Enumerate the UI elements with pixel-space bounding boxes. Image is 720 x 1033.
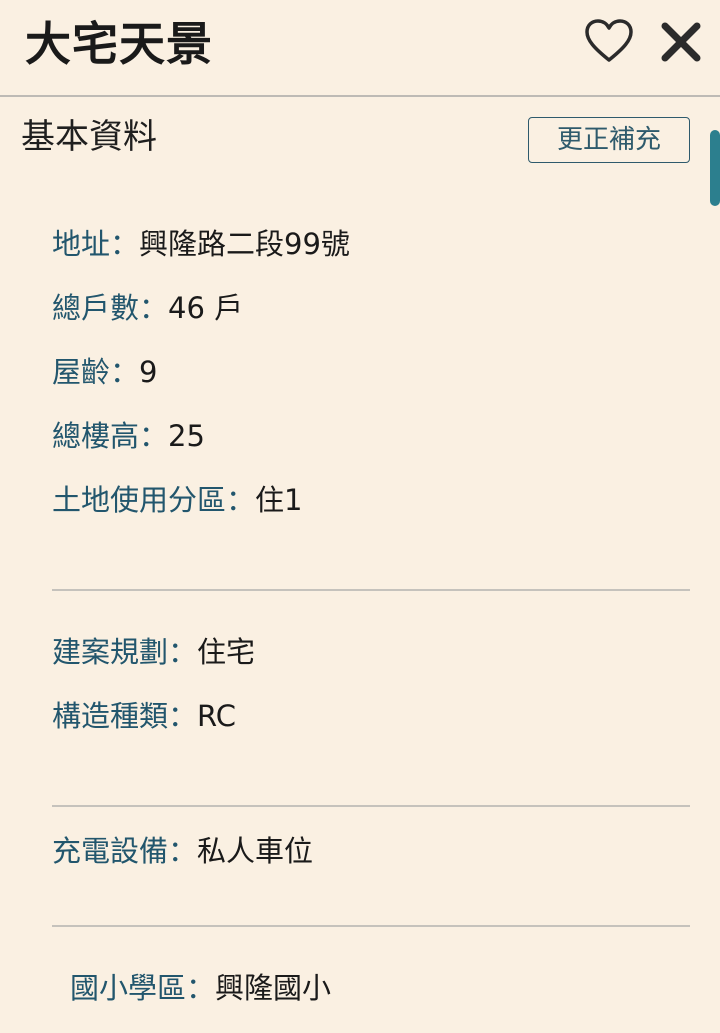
scrollbar-thumb[interactable] — [710, 130, 720, 206]
divider — [52, 805, 690, 807]
divider — [52, 925, 690, 927]
section-title: 基本資料 — [21, 117, 157, 157]
field-value: 25 — [168, 419, 205, 453]
app-header: 大宅天景 — [0, 0, 720, 97]
field-label: 構造種類： — [52, 699, 198, 733]
field-value: 住宅 — [197, 635, 256, 669]
field-value: 住1 — [255, 483, 303, 517]
field-label: 屋齡： — [52, 355, 140, 389]
field-label: 地址： — [52, 227, 140, 261]
field-address: 地址：興隆路二段99號 — [52, 224, 350, 264]
field-building-age: 屋齡：9 — [52, 352, 157, 392]
field-label: 土地使用分區： — [52, 483, 256, 517]
correct-supplement-button[interactable]: 更正補充 — [528, 117, 690, 163]
field-value: 46 戶 — [168, 291, 244, 325]
field-label: 國小學區： — [70, 971, 216, 1005]
field-value: 興隆國小 — [215, 971, 332, 1005]
field-label: 建案規劃： — [52, 635, 198, 669]
page-title: 大宅天景 — [25, 17, 213, 71]
field-project-plan: 建案規劃：住宅 — [52, 632, 255, 672]
field-value: 9 — [139, 355, 158, 389]
field-total-floors: 總樓高：25 — [52, 416, 205, 456]
field-label: 總樓高： — [52, 419, 169, 453]
heart-icon[interactable] — [584, 18, 634, 64]
field-label: 充電設備： — [52, 834, 198, 868]
field-charging-facility: 充電設備：私人車位 — [52, 831, 313, 871]
field-total-households: 總戶數：46 戶 — [52, 288, 243, 328]
field-value: 私人車位 — [197, 834, 314, 868]
field-value: 興隆路二段99號 — [139, 227, 350, 261]
close-icon[interactable] — [660, 21, 702, 63]
divider — [52, 589, 690, 591]
field-structure-type: 構造種類：RC — [52, 696, 236, 736]
field-land-use-zone: 土地使用分區：住1 — [52, 480, 302, 520]
field-elementary-school-district: 國小學區：興隆國小 — [70, 968, 331, 1008]
field-value: RC — [197, 699, 236, 733]
field-label: 總戶數： — [52, 291, 169, 325]
